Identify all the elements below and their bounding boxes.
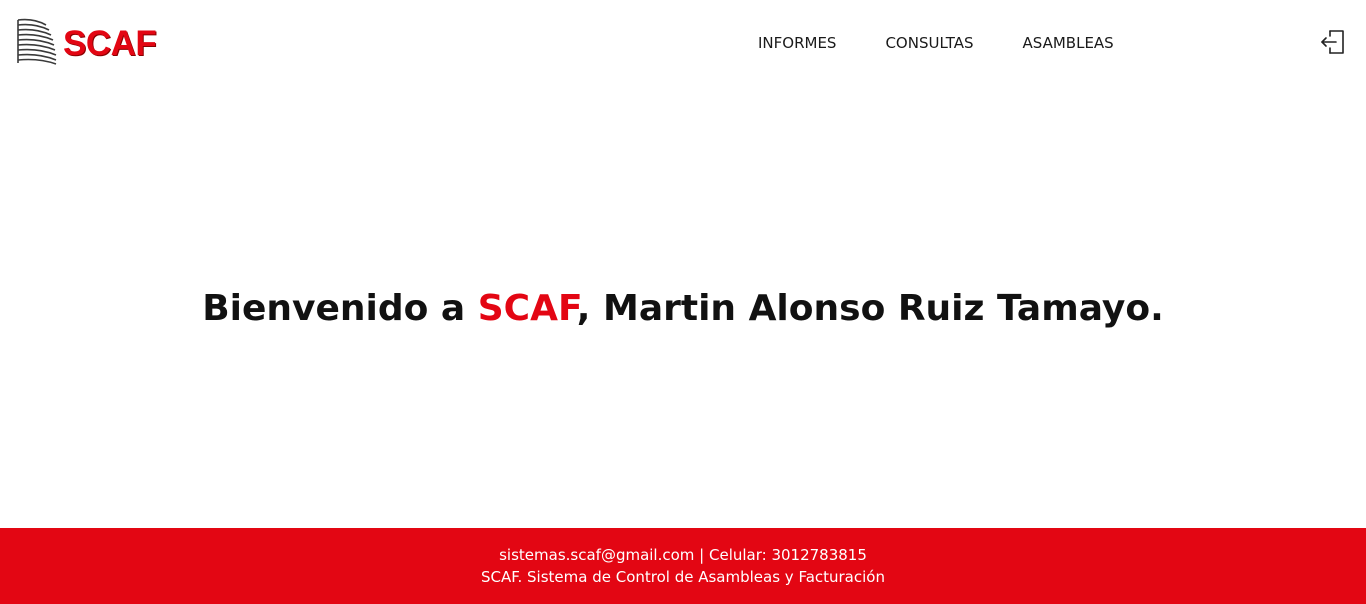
- nav-item-consultas[interactable]: CONSULTAS: [885, 32, 973, 54]
- scaf-logo[interactable]: SCAF: [16, 14, 161, 68]
- building-logo-icon: [17, 18, 57, 65]
- main-nav: INFORMES CONSULTAS ASAMBLEAS: [758, 32, 1114, 54]
- logout-button[interactable]: [1318, 27, 1348, 57]
- nav-item-informes[interactable]: INFORMES: [758, 32, 836, 54]
- welcome-user: , Martin Alonso Ruiz Tamayo.: [576, 288, 1164, 329]
- logo-text: SCAF: [63, 24, 157, 63]
- top-header: SCAF INFORMES CONSULTAS ASAMBLEAS: [0, 0, 1366, 86]
- welcome-message: Bienvenido a SCAF, Martin Alonso Ruiz Ta…: [0, 282, 1366, 336]
- footer: sistemas.scaf@gmail.com | Celular: 30127…: [0, 528, 1366, 604]
- footer-contact: sistemas.scaf@gmail.com | Celular: 30127…: [499, 546, 867, 564]
- footer-tagline: SCAF. Sistema de Control de Asambleas y …: [481, 568, 885, 586]
- welcome-prefix: Bienvenido a: [202, 288, 478, 329]
- welcome-brand: SCAF: [477, 288, 577, 329]
- page: SCAF INFORMES CONSULTAS ASAMBLEAS Bienve…: [0, 0, 1366, 604]
- nav-item-asambleas[interactable]: ASAMBLEAS: [1023, 32, 1114, 54]
- logout-icon: [1321, 30, 1344, 54]
